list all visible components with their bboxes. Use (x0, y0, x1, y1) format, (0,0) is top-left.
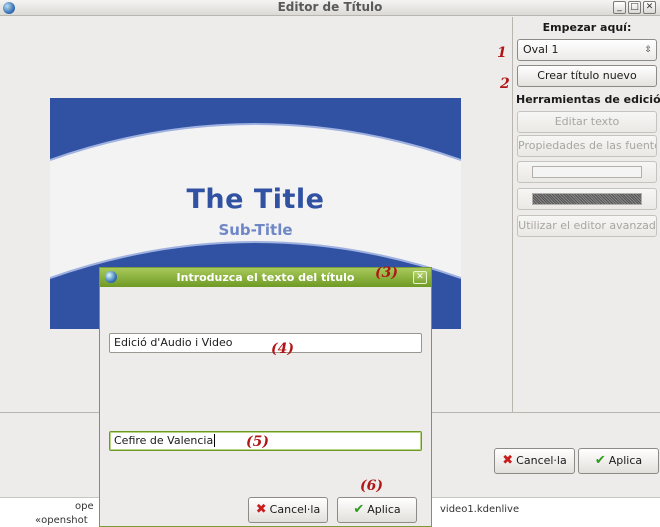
background-text-1: ope (75, 501, 94, 512)
dialog-cancel-button[interactable]: ✖ Cancel·la (248, 497, 328, 523)
preview-title-text: The Title (186, 184, 325, 215)
title-line1-input[interactable]: Edició d'Audio i Video (109, 333, 422, 353)
start-heading: Empezar aquí: (542, 21, 632, 34)
updown-arrow-icon: ⇳ (644, 45, 652, 55)
check-icon: ✔ (594, 453, 606, 468)
dialog-apply-button[interactable]: ✔ Aplica (337, 497, 417, 523)
annotation-1: 1 (497, 45, 507, 61)
font-properties-button[interactable]: Propiedades de las fuente (517, 135, 657, 157)
annotation-3: (3) (375, 265, 398, 281)
sidebar: Empezar aquí: Oval 1 ⇳ Crear título nuev… (514, 17, 660, 412)
maximize-button[interactable]: □ (628, 1, 641, 14)
background-text-3: video1.kdenlive (440, 504, 520, 515)
minimize-button[interactable]: _ (613, 1, 626, 14)
dialog-close-button[interactable]: ✕ (413, 271, 427, 284)
annotation-5: (5) (246, 434, 269, 450)
background-color-swatch (532, 193, 642, 205)
main-cancel-button[interactable]: ✖ Cancel·la (494, 448, 575, 474)
template-select[interactable]: Oval 1 ⇳ (517, 39, 657, 61)
template-select-value: Oval 1 (523, 43, 559, 56)
main-apply-button[interactable]: ✔ Aplica (578, 448, 659, 474)
edit-text-button[interactable]: Editar texto (517, 111, 657, 133)
check-icon: ✔ (353, 502, 365, 517)
font-color-button[interactable] (517, 161, 657, 183)
tools-heading: Herramientas de edició (516, 93, 660, 106)
annotation-6: (6) (360, 478, 383, 494)
annotation-2: 2 (500, 76, 510, 92)
cancel-icon: ✖ (502, 453, 514, 468)
close-button[interactable]: ✕ (643, 1, 656, 14)
text-cursor (214, 434, 216, 447)
background-text-2: «openshot (35, 515, 88, 526)
font-color-swatch (532, 166, 642, 178)
preview-subtitle-text: Sub-Title (218, 221, 293, 239)
window-title: Editor de Título (277, 0, 383, 14)
annotation-4: (4) (271, 341, 294, 357)
cancel-icon: ✖ (255, 502, 267, 517)
new-title-button[interactable]: Crear título nuevo (517, 65, 657, 87)
background-color-button[interactable] (517, 188, 657, 210)
advanced-editor-button[interactable]: Utilizar el editor avanzad (517, 215, 657, 237)
window-titlebar: Editor de Título _ □ ✕ (0, 0, 660, 16)
